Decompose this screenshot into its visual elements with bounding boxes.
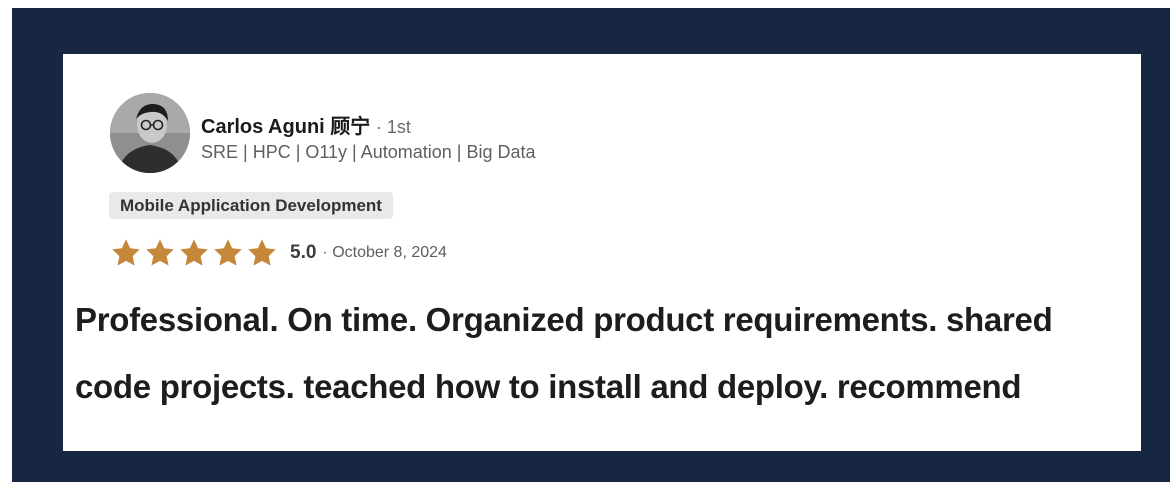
- star-icon: [248, 239, 276, 266]
- reviewer-headline: SRE | HPC | O11y | Automation | Big Data: [201, 142, 536, 162]
- review-card: Carlos Aguni 顾宁 · 1st SRE | HPC | O11y |…: [63, 54, 1141, 451]
- reviewer-name-line: Carlos Aguni 顾宁 · 1st: [201, 110, 411, 139]
- review-date: · October 8, 2024: [322, 244, 447, 261]
- connection-degree: · 1st: [375, 117, 411, 137]
- star-icon: [112, 239, 140, 266]
- review-text-line: Professional. On time. Organized product…: [75, 301, 1053, 338]
- star-rating: [110, 237, 278, 269]
- review-text: Professional. On time. Organized product…: [75, 286, 1135, 420]
- rating-score: 5.0: [290, 242, 317, 263]
- avatar-photo-icon: [110, 93, 190, 173]
- review-text-line: code projects. teached how to install an…: [75, 368, 1022, 405]
- review-frame: Carlos Aguni 顾宁 · 1st SRE | HPC | O11y |…: [12, 8, 1170, 482]
- star-icon: [146, 239, 174, 266]
- service-tag: Mobile Application Development: [109, 192, 393, 219]
- star-icon: [180, 239, 208, 266]
- star-icon: [214, 239, 242, 266]
- avatar[interactable]: [110, 93, 190, 173]
- rating-row: 5.0 · October 8, 2024: [110, 236, 447, 270]
- reviewer-name[interactable]: Carlos Aguni 顾宁: [201, 116, 370, 138]
